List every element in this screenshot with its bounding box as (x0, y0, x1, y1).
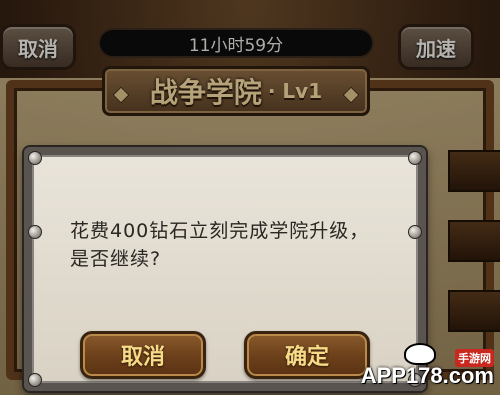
dialog-confirm-button[interactable]: 确定 (244, 331, 370, 379)
rivet-icon (28, 151, 42, 165)
watermark-subtext: 手游网 (455, 349, 494, 367)
confirm-dialog: 花费400钻石立刻完成学院升级，是否继续? 取消 确定 (24, 147, 426, 391)
rivet-icon (408, 225, 422, 239)
rivet-icon (28, 225, 42, 239)
mascot-icon (404, 343, 436, 365)
dialog-confirm-label: 确定 (284, 345, 329, 370)
dialog-cancel-button[interactable]: 取消 (80, 331, 206, 379)
watermark: 手游网 APP178.com (361, 343, 494, 389)
rivet-icon (408, 151, 422, 165)
rivet-icon (28, 373, 42, 387)
dialog-cancel-label: 取消 (120, 345, 165, 370)
dialog-message: 花费400钻石立刻完成学院升级，是否继续? (70, 220, 370, 270)
